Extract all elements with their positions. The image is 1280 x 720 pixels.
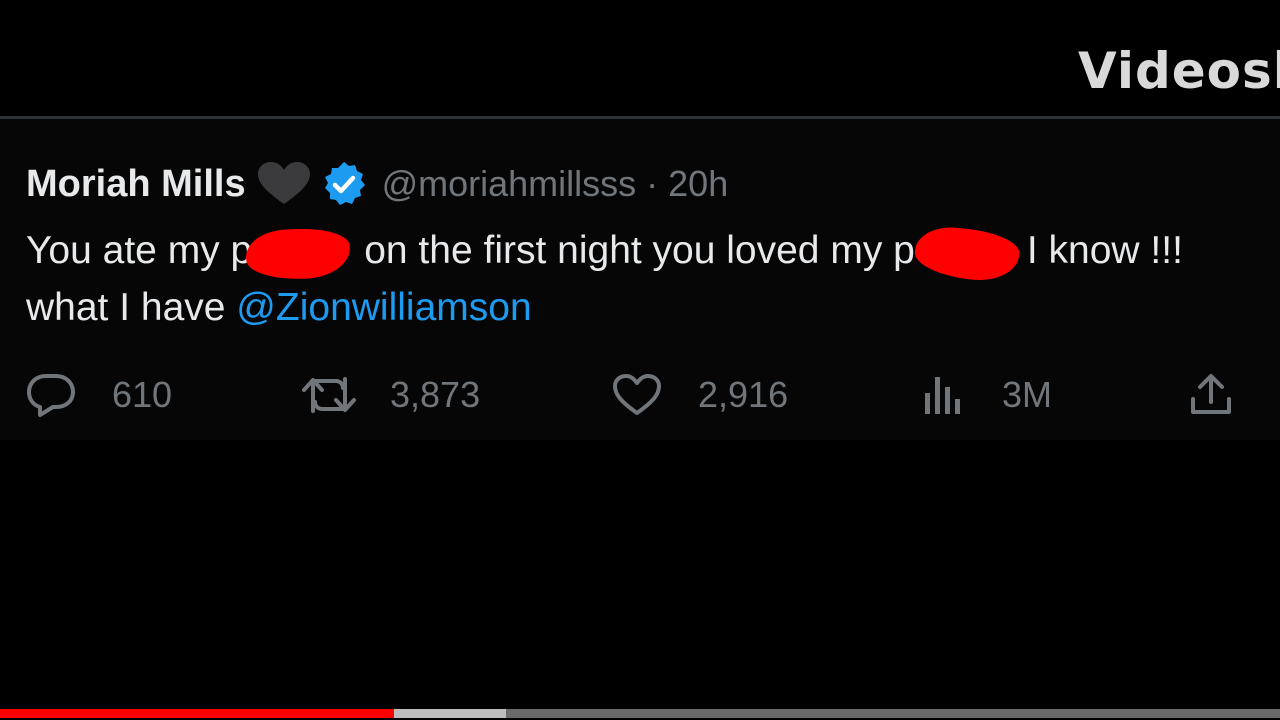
share-icon (1191, 374, 1231, 414)
tweet-text-segment: You ate my p (26, 229, 253, 272)
verified-badge-icon[interactable] (320, 160, 368, 208)
tweet-header: Moriah Mills @moriahmillsss · 20h (26, 160, 728, 208)
share-button[interactable] (1188, 370, 1234, 420)
watermark-text: Videosh (1078, 42, 1280, 100)
tweet-text-segment: on the first night you loved my p (364, 229, 915, 272)
video-played-bar (0, 709, 394, 718)
like-count: 2,916 (698, 374, 789, 415)
video-progress-bar[interactable] (0, 709, 1280, 718)
black-heart-icon (257, 162, 310, 206)
reply-button[interactable]: 610 (26, 370, 172, 420)
tweet-timestamp[interactable]: 20h (668, 163, 728, 205)
red-redaction-scribble (244, 226, 364, 282)
separator-dot: · (646, 163, 659, 204)
mention-link[interactable]: @Zionwilliamson (236, 286, 531, 329)
repost-count: 3,873 (390, 374, 481, 415)
reply-icon (27, 374, 75, 417)
repost-icon (302, 377, 356, 413)
tweet-text-segment: I know !!! (1026, 229, 1183, 272)
repost-button[interactable]: 3,873 (302, 370, 480, 420)
author-handle[interactable]: @moriahmillsss (382, 163, 637, 205)
tweet-body: You ate my p on the first night you loved… (26, 222, 1280, 336)
views-button[interactable]: 3M (922, 370, 1052, 420)
reply-count: 610 (112, 374, 173, 415)
tweet-text-segment: what I have (26, 286, 237, 329)
bar-chart-icon (925, 377, 960, 414)
video-frame: Videosh Moriah Mills @moriahmillsss · 20… (0, 0, 1280, 720)
like-button[interactable]: 2,916 (612, 370, 788, 420)
views-count: 3M (1002, 374, 1053, 415)
author-name[interactable]: Moriah Mills (26, 163, 246, 206)
tweet-action-bar: 610 3,873 2,916 3M (0, 370, 1280, 420)
heart-outline-icon (613, 374, 661, 415)
red-redaction-scribble (912, 223, 1027, 285)
